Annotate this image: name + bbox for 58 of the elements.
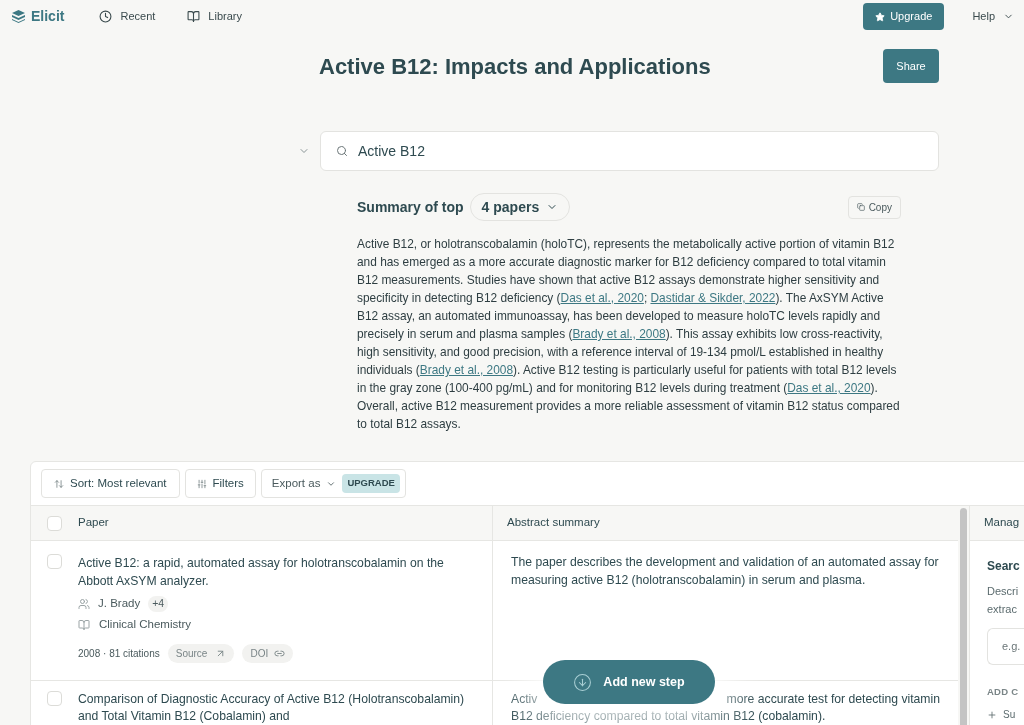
nav-link[interactable]: Recent [99,8,156,25]
citation-link[interactable]: Das et al., 2020 [560,291,644,305]
share-button[interactable]: Share [883,49,939,83]
add-item[interactable]: Su [1003,707,1016,723]
sort-button[interactable]: Sort: Most relevant [41,469,180,498]
summary-heading: Summary of top [357,197,464,217]
copy-icon [856,203,865,211]
logo-icon [12,10,25,23]
citation-link[interactable]: Brady et al., 2008 [419,363,513,377]
abstract-text: B12 deficiency compared to total vitamin B12 (cobalamin). [511,708,826,725]
column-header: Abstract summary [507,515,600,531]
abstract-summary: The paper describes the development and validation of an automated assay for measuring active B12 (holotranscobalamin) in serum and plasma. [511,554,940,589]
citation-link[interactable]: Dastidar & Sikder, 2022 [650,291,776,305]
sort-icon [54,478,64,489]
checkbox[interactable] [47,691,62,706]
paper-title[interactable]: Active B12: a rapid, automated assay for holotranscobalamin on the Abbott AxSYM analyzer. [78,554,476,590]
app-logo[interactable]: Elicit [31,6,65,27]
book-icon [187,10,201,23]
download-icon [573,672,593,692]
panel-description: Descri [987,584,1020,599]
scrollbar[interactable] [960,508,967,725]
star-icon [875,11,886,22]
panel-heading: Searc [987,558,1021,575]
copy-button[interactable]: Copy [847,195,901,219]
author-count: +4 [148,595,169,612]
summary-text: Active B12, or holotranscobalamin (holoTC), represents the metabolically active portion of vitamin B12 and has emerged as a more accurate diagnostic marker for B12 deficiency compared to total vitamin B12 measurements. Studies have shown that active B12 assays demonstrate higher sensitivity and specificity in detecting B12 deficiency (Das et al., 2020; Dastidar & Sikder, 2022). The AxSYM Active B12 assay, an automated immunoassay, has been developed to measure holoTC levels rapidly and precisely in serum and plasma samples (Brady et al., 2008). This assay exhibits low cross-reactivity, high sensitivity, and good precision, with a reference interval of 19-134 pmol/L established in healthy individuals (Brady et al., 2008). Active B12 testing is particularly useful for patients with total B12 levels in the gray zone (100-400 pg/mL) and for monitoring B12 levels during treatment (Das et al., 2020). Overall, active B12 measurement provides a more reliable assessment of vitamin B12 status compared to total B12 assays. [357,236,901,433]
citation-link[interactable]: Das et al., 2020 [787,381,871,395]
source-link[interactable]: Source [167,643,235,663]
upgrade-button[interactable]: Upgrade [863,3,945,30]
abstract-text: more accurate test for detecting vitamin [726,691,940,708]
filter-icon [196,478,207,489]
help-menu[interactable]: Help [972,8,1014,25]
abstract-text: Activ [511,691,538,708]
checkbox[interactable] [47,554,62,569]
panel-description: extrac [987,602,1018,617]
journal-name: Clinical Chemistry [99,617,192,633]
export-control[interactable]: Export as UPGRADE [260,469,406,498]
clock-icon [99,10,113,23]
plus-icon [987,709,997,720]
citation-link[interactable]: Brady et al., 2008 [572,327,666,341]
nav-link[interactable]: Library [187,8,242,25]
section-label: ADD C [987,685,1020,699]
people-icon [78,597,90,610]
paper-meta: 2008 · 81 citations [78,646,160,661]
add-step-button[interactable]: Add new step [543,660,715,704]
search-icon [336,145,348,157]
column-header: Paper [78,515,109,531]
search-field[interactable]: Active B12 [320,131,939,171]
page-title: Active B12: Impacts and Applications [319,52,712,81]
paper-title[interactable]: Comparison of Diagnostic Accuracy of Active B12 (Holotranscobalamin) and Total Vitamin B12 (Cobalamin) and [78,691,476,725]
column-input[interactable]: e.g. [987,628,1024,665]
upgrade-badge: UPGRADE [342,474,400,493]
author-name: J. Brady [98,596,141,611]
doi-link[interactable]: DOI [242,643,294,663]
column-header: Manag [984,515,1020,531]
checkbox[interactable] [47,515,62,531]
filters-button[interactable]: Filters [184,469,256,498]
book-icon [78,618,90,631]
